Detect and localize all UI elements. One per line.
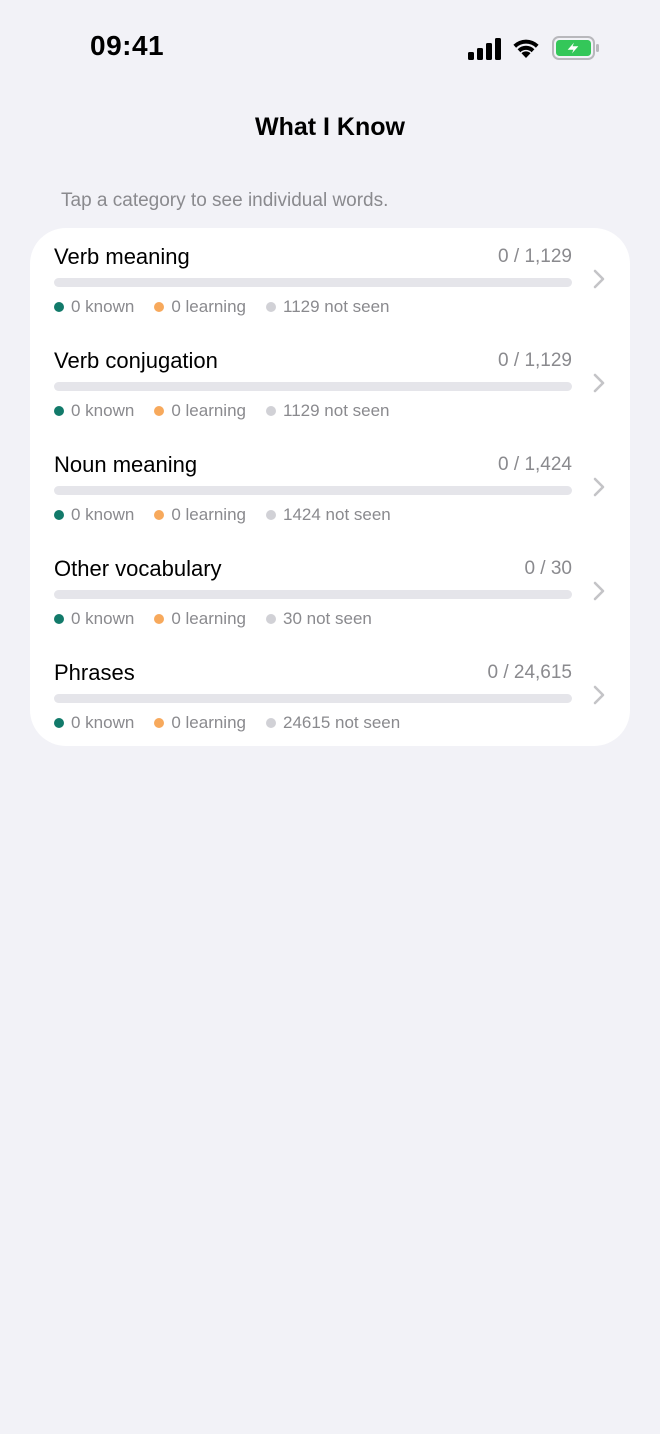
- not-seen-dot-icon: [266, 510, 276, 520]
- legend-known: 0 known: [54, 713, 134, 733]
- category-row-verb-meaning[interactable]: Verb meaning 0 / 1,129 0 known 0 learnin…: [30, 228, 630, 332]
- known-dot-icon: [54, 718, 64, 728]
- learning-dot-icon: [154, 302, 165, 312]
- chevron-right-icon: [593, 269, 605, 289]
- legend-known: 0 known: [54, 609, 134, 629]
- progress-bar: [54, 694, 572, 703]
- chevron-right-icon: [593, 477, 605, 497]
- known-label: 0 known: [71, 401, 135, 420]
- not-seen-label: 30 not seen: [283, 609, 372, 628]
- not-seen-label: 1129 not seen: [283, 401, 390, 420]
- not-seen-dot-icon: [266, 406, 276, 416]
- category-count: 0 / 24,615: [487, 662, 572, 683]
- known-dot-icon: [54, 510, 64, 520]
- category-title: Verb meaning: [54, 244, 190, 269]
- category-count: 0 / 1,424: [498, 454, 572, 475]
- legend-known: 0 known: [54, 505, 134, 525]
- not-seen-dot-icon: [266, 302, 276, 312]
- learning-label: 0 learning: [171, 609, 246, 628]
- learning-label: 0 learning: [171, 505, 246, 524]
- legend: 0 known 0 learning 30 not seen: [54, 607, 392, 631]
- learning-label: 0 learning: [171, 297, 246, 316]
- not-seen-dot-icon: [266, 718, 276, 728]
- progress-bar: [54, 486, 572, 495]
- learning-label: 0 learning: [171, 401, 246, 420]
- category-row-verb-conjugation[interactable]: Verb conjugation 0 / 1,129 0 known 0 lea…: [30, 332, 630, 436]
- category-title: Other vocabulary: [54, 556, 222, 581]
- legend-learning: 0 learning: [154, 401, 246, 421]
- not-seen-label: 1129 not seen: [283, 297, 390, 316]
- learning-dot-icon: [154, 510, 165, 520]
- category-row-noun-meaning[interactable]: Noun meaning 0 / 1,424 0 known 0 learnin…: [30, 436, 630, 540]
- known-dot-icon: [54, 614, 64, 624]
- category-count: 0 / 1,129: [498, 246, 572, 267]
- legend-learning: 0 learning: [154, 609, 246, 629]
- status-time: 09:41: [90, 30, 165, 61]
- known-dot-icon: [54, 406, 64, 416]
- not-seen-label: 24615 not seen: [283, 713, 401, 732]
- learning-dot-icon: [154, 718, 165, 728]
- legend: 0 known 0 learning 1129 not seen: [54, 295, 410, 319]
- known-label: 0 known: [71, 505, 135, 524]
- category-title: Noun meaning: [54, 452, 198, 477]
- legend-not-seen: 30 not seen: [266, 609, 372, 629]
- signal-icon: [468, 38, 501, 60]
- known-label: 0 known: [71, 297, 135, 316]
- chevron-right-icon: [593, 685, 605, 705]
- status-bar: 09:41: [0, 0, 660, 96]
- chevron-right-icon: [593, 373, 605, 393]
- known-label: 0 known: [71, 713, 135, 732]
- legend: 0 known 0 learning 1129 not seen: [54, 399, 410, 423]
- category-title: Verb conjugation: [54, 348, 218, 373]
- not-seen-label: 1424 not seen: [283, 505, 391, 524]
- legend-not-seen: 1424 not seen: [266, 505, 391, 525]
- category-count: 0 / 30: [524, 558, 572, 579]
- legend-not-seen: 24615 not seen: [266, 713, 400, 733]
- category-count: 0 / 1,129: [498, 350, 572, 371]
- wifi-icon: [513, 39, 539, 58]
- known-dot-icon: [54, 302, 64, 312]
- legend-not-seen: 1129 not seen: [266, 401, 390, 421]
- legend: 0 known 0 learning 1424 not seen: [54, 503, 411, 527]
- category-row-phrases[interactable]: Phrases 0 / 24,615 0 known 0 learning 24…: [30, 644, 630, 746]
- learning-label: 0 learning: [171, 713, 246, 732]
- learning-dot-icon: [154, 614, 165, 624]
- chevron-right-icon: [593, 581, 605, 601]
- category-title: Phrases: [54, 660, 135, 685]
- progress-bar: [54, 590, 572, 599]
- learning-dot-icon: [154, 406, 165, 416]
- page-title: What I Know: [255, 113, 405, 141]
- battery-charging-icon: [552, 36, 599, 60]
- legend-known: 0 known: [54, 297, 134, 317]
- known-label: 0 known: [71, 609, 135, 628]
- legend: 0 known 0 learning 24615 not seen: [54, 711, 420, 735]
- category-row-other-vocabulary[interactable]: Other vocabulary 0 / 30 0 known 0 learni…: [30, 540, 630, 644]
- category-list: Verb meaning 0 / 1,129 0 known 0 learnin…: [30, 228, 630, 746]
- legend-not-seen: 1129 not seen: [266, 297, 390, 317]
- legend-learning: 0 learning: [154, 505, 246, 525]
- legend-learning: 0 learning: [154, 297, 246, 317]
- progress-bar: [54, 382, 572, 391]
- section-caption: Tap a category to see individual words.: [61, 190, 389, 211]
- legend-learning: 0 learning: [154, 713, 246, 733]
- not-seen-dot-icon: [266, 614, 276, 624]
- progress-bar: [54, 278, 572, 287]
- legend-known: 0 known: [54, 401, 134, 421]
